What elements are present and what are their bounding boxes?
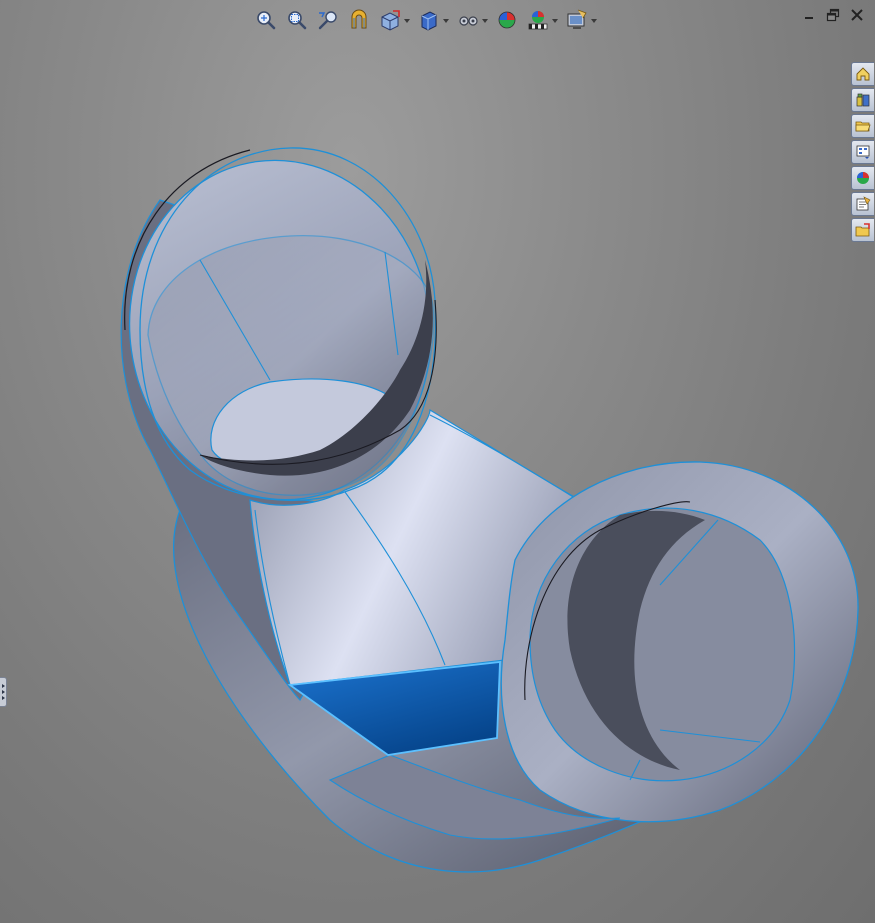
zoom-to-fit-icon — [257, 11, 276, 30]
tab-file-explorer[interactable] — [851, 114, 874, 138]
minimize-icon — [805, 17, 813, 19]
chevron-down-icon — [482, 19, 488, 23]
chevron-down-icon — [443, 19, 449, 23]
tab-custom-properties[interactable] — [851, 192, 874, 216]
tab-appearances-scenes[interactable] — [851, 166, 874, 190]
section-view-icon — [351, 9, 367, 29]
chevron-right-icon — [1, 684, 5, 688]
heads-up-view-toolbar — [252, 5, 599, 35]
restore-icon — [826, 8, 840, 22]
tab-resources[interactable] — [851, 62, 874, 86]
chevron-down-icon — [552, 19, 558, 23]
zoom-to-area-icon — [288, 11, 307, 30]
minimize-button[interactable] — [799, 6, 819, 24]
document-recovery-icon — [855, 223, 870, 237]
apply-scene-icon — [528, 11, 548, 30]
chevron-down-icon — [404, 19, 410, 23]
section-view-button[interactable] — [345, 6, 373, 34]
close-button[interactable] — [847, 6, 867, 24]
appearances-scenes-icon — [857, 172, 869, 184]
hide-show-items-button[interactable] — [454, 6, 490, 34]
3d-model-surface[interactable] — [0, 0, 875, 923]
task-pane-tabs — [851, 62, 875, 242]
edit-appearance-icon — [498, 11, 516, 29]
panel-expand-handle[interactable] — [0, 677, 7, 707]
file-explorer-icon — [855, 121, 871, 132]
custom-properties-icon — [856, 196, 871, 211]
tab-view-palette[interactable] — [851, 140, 874, 164]
display-style-button[interactable] — [415, 6, 451, 34]
chevron-right-icon — [1, 696, 5, 700]
edit-appearance-button[interactable] — [493, 6, 521, 34]
window-controls — [799, 6, 867, 24]
zoom-to-fit-button[interactable] — [252, 6, 280, 34]
previous-view-button[interactable] — [314, 6, 342, 34]
view-palette-icon — [856, 145, 870, 159]
chevron-right-icon — [1, 690, 5, 694]
view-settings-button[interactable] — [563, 6, 599, 34]
close-icon — [851, 9, 863, 21]
graphics-area[interactable] — [0, 0, 875, 923]
view-orientation-icon — [381, 10, 400, 31]
apply-scene-button[interactable] — [524, 6, 560, 34]
view-settings-icon — [567, 9, 587, 29]
view-orientation-button[interactable] — [376, 6, 412, 34]
restore-button[interactable] — [823, 6, 843, 24]
resources-home-icon — [856, 67, 870, 81]
chevron-down-icon — [591, 19, 597, 23]
design-library-icon — [856, 93, 870, 107]
previous-view-icon — [318, 11, 337, 30]
hide-show-items-icon — [459, 16, 478, 26]
display-style-icon — [421, 11, 437, 31]
zoom-to-area-button[interactable] — [283, 6, 311, 34]
tab-document-recovery[interactable] — [851, 218, 874, 242]
tab-design-library[interactable] — [851, 88, 874, 112]
